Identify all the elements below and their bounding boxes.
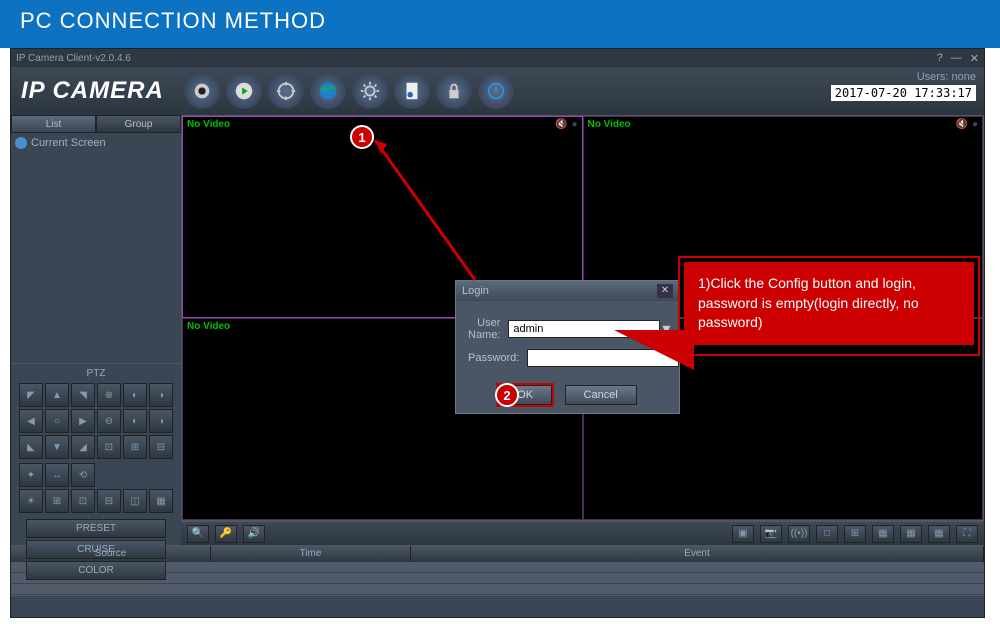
aux-5[interactable]: ⊞ xyxy=(45,489,69,513)
no-video-label: No Video xyxy=(187,321,230,332)
rec-icon[interactable]: ● xyxy=(972,119,978,130)
help-button[interactable]: ? xyxy=(937,52,943,65)
no-video-label: No Video xyxy=(588,119,631,130)
screen-icon xyxy=(15,137,27,149)
aux-7[interactable]: ⊟ xyxy=(97,489,121,513)
annotation-badge-1: 1 xyxy=(350,125,374,149)
cancel-button[interactable]: Cancel xyxy=(565,385,637,405)
cell-controls: 🔇● xyxy=(956,119,979,130)
login-close-button[interactable]: ✕ xyxy=(657,284,673,298)
cell-controls: 🔇● xyxy=(555,119,578,130)
tree-item-current[interactable]: Current Screen xyxy=(15,137,177,149)
aux-1[interactable]: ✦ xyxy=(19,463,43,487)
tab-list[interactable]: List xyxy=(11,115,96,133)
ptz-extra3[interactable]: ⊟ xyxy=(149,435,173,459)
ptz-down[interactable]: ▼ xyxy=(45,435,69,459)
aux-6[interactable]: ⊡ xyxy=(71,489,95,513)
rec-icon[interactable]: ● xyxy=(571,119,577,130)
ptz-extra2[interactable]: ⊞ xyxy=(123,435,147,459)
minimize-button[interactable]: — xyxy=(951,52,962,65)
instruction-callout: 1)Click the Config button and login, pas… xyxy=(684,262,974,345)
ptz-aux: ✦ ↔ ⟲ ☀ ⊞ ⊡ ⊟ ◫ ▦ xyxy=(15,463,177,513)
globe-icon[interactable] xyxy=(310,73,346,109)
no-video-label: No Video xyxy=(187,119,230,130)
aux-2[interactable]: ↔ xyxy=(45,463,69,487)
document-icon[interactable] xyxy=(394,73,430,109)
config-icon[interactable] xyxy=(352,73,388,109)
target-icon[interactable] xyxy=(268,73,304,109)
login-titlebar: Login ✕ xyxy=(456,281,679,301)
ptz-downright[interactable]: ◢ xyxy=(71,435,95,459)
ptz-right[interactable]: ▶ xyxy=(71,409,95,433)
header-status: Users: none 2017-07-20 17:33:17 xyxy=(831,71,976,101)
sidebar-tabs: List Group xyxy=(11,115,181,133)
window-controls: ? — ✕ xyxy=(937,52,979,65)
sidebar: List Group Current Screen PTZ ◤ ▲ ◥ ⊕ ◐ … xyxy=(11,115,181,545)
ptz-iris-in[interactable]: ◑ xyxy=(149,383,173,407)
ptz-left[interactable]: ◀ xyxy=(19,409,43,433)
app-header: IP CAMERA Users: none 2017-07-20 17:33:1… xyxy=(11,67,984,115)
camera-icon[interactable] xyxy=(184,73,220,109)
ptz-upleft[interactable]: ◤ xyxy=(19,383,43,407)
power-icon[interactable] xyxy=(478,73,514,109)
signal-button[interactable]: ((•)) xyxy=(788,525,810,543)
layout-4-button[interactable]: ⊞ xyxy=(844,525,866,543)
device-tree: Current Screen xyxy=(11,133,181,363)
password-label: Password: xyxy=(468,352,527,364)
mute-icon[interactable]: 🔇 xyxy=(555,119,567,130)
aux-8[interactable]: ◫ xyxy=(123,489,147,513)
timestamp: 2017-07-20 17:33:17 xyxy=(831,85,976,101)
toolbar xyxy=(184,73,514,109)
ptz-focus-in[interactable]: ◐ xyxy=(123,383,147,407)
col-source: Source xyxy=(11,546,211,562)
col-event: Event xyxy=(411,546,984,562)
instruction-banner: PC CONNECTION METHOD xyxy=(0,0,1000,48)
lock-icon[interactable] xyxy=(436,73,472,109)
preset-button[interactable]: PRESET xyxy=(26,519,166,538)
window-title: IP Camera Client-v2.0.4.6 xyxy=(16,53,131,64)
aux-3[interactable]: ⟲ xyxy=(71,463,95,487)
callout-text: 1)Click the Config button and login, pas… xyxy=(698,275,919,330)
video-toolbar: 🔍 🔑 🔊 ▣ 📷 ((•)) □ ⊞ ▦ ▦ ▦ ⛶ xyxy=(181,521,984,545)
snapshot-button[interactable]: ▣ xyxy=(732,525,754,543)
key-button[interactable]: 🔑 xyxy=(215,525,237,543)
banner-title: PC CONNECTION METHOD xyxy=(20,8,326,33)
close-button[interactable]: ✕ xyxy=(970,52,979,65)
window-titlebar: IP Camera Client-v2.0.4.6 ? — ✕ xyxy=(11,49,984,67)
col-time: Time xyxy=(211,546,411,562)
ptz-upright[interactable]: ◥ xyxy=(71,383,95,407)
aux-4[interactable]: ☀ xyxy=(19,489,43,513)
ptz-zoom-out[interactable]: ⊖ xyxy=(97,409,121,433)
ptz-up[interactable]: ▲ xyxy=(45,383,69,407)
tree-item-label: Current Screen xyxy=(31,137,106,149)
layout-1-button[interactable]: □ xyxy=(816,525,838,543)
volume-button[interactable]: 🔊 xyxy=(243,525,265,543)
annotation-badge-2: 2 xyxy=(495,383,519,407)
username-label: User Name: xyxy=(468,317,508,341)
mute-icon[interactable]: 🔇 xyxy=(956,119,968,130)
record-button[interactable]: 📷 xyxy=(760,525,782,543)
app-logo: IP CAMERA xyxy=(21,77,164,105)
search-button[interactable]: 🔍 xyxy=(187,525,209,543)
login-title: Login xyxy=(462,285,489,297)
layout-16-button[interactable]: ▦ xyxy=(900,525,922,543)
aux-9[interactable]: ▦ xyxy=(149,489,173,513)
ptz-iris-out[interactable]: ◑ xyxy=(149,409,173,433)
login-buttons: OK Cancel xyxy=(456,385,679,413)
ptz-center[interactable]: ○ xyxy=(45,409,69,433)
fullscreen-button[interactable]: ⛶ xyxy=(956,525,978,543)
ptz-dpad: ◤ ▲ ◥ ⊕ ◐ ◑ ◀ ○ ▶ ⊖ ◐ ◑ ◣ ▼ ◢ ⊡ ⊞ xyxy=(15,383,177,459)
color-button[interactable]: COLOR xyxy=(26,561,166,580)
ptz-focus-out[interactable]: ◐ xyxy=(123,409,147,433)
ptz-downleft[interactable]: ◣ xyxy=(19,435,43,459)
layout-more-button[interactable]: ▦ xyxy=(928,525,950,543)
ptz-title: PTZ xyxy=(15,368,177,379)
ptz-zoom-in[interactable]: ⊕ xyxy=(97,383,121,407)
play-icon[interactable] xyxy=(226,73,262,109)
tab-group[interactable]: Group xyxy=(96,115,181,133)
timeline-header: Source Time Event xyxy=(11,546,984,562)
users-label: Users: none xyxy=(831,71,976,83)
layout-9-button[interactable]: ▦ xyxy=(872,525,894,543)
ptz-extra1[interactable]: ⊡ xyxy=(97,435,121,459)
